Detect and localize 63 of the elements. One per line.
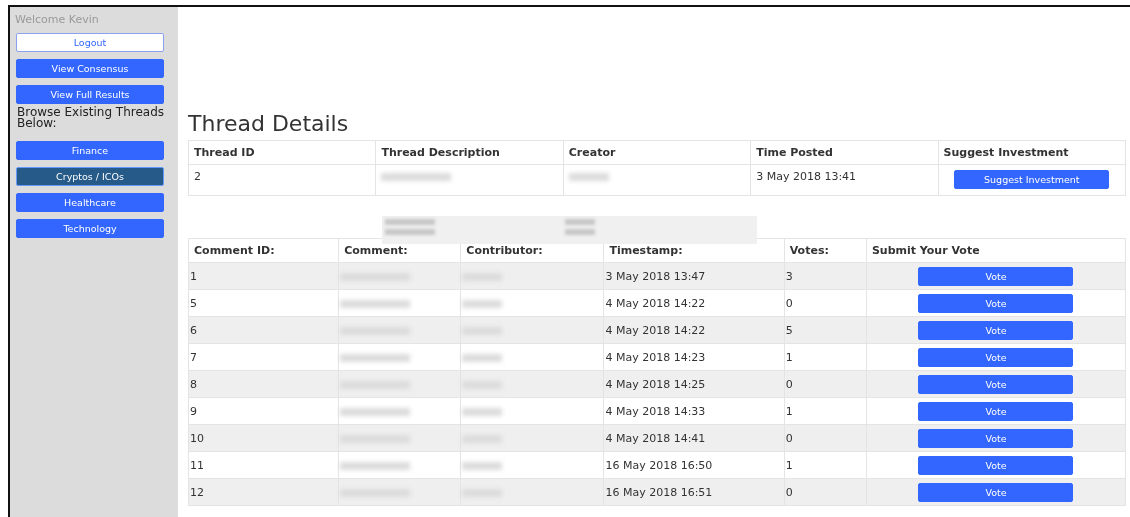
table-cell: 4 May 2018 14:22 — [603, 289, 785, 317]
category-button[interactable]: Cryptos / ICOs — [16, 167, 164, 186]
table-cell: 0 — [784, 289, 867, 317]
table-cell: 16 May 2018 16:51 — [603, 478, 785, 506]
table-cell: 9 — [188, 397, 339, 425]
table-cell: 1 — [188, 262, 339, 290]
table-cell: 16 May 2018 16:50 — [603, 451, 785, 479]
column-header: Suggest Investment — [938, 140, 1126, 165]
column-header: Comment ID: — [188, 238, 339, 263]
table-cell: 3 May 2018 13:41 — [750, 164, 939, 196]
table-cell: 4 May 2018 14:22 — [603, 316, 785, 344]
table-cell: 10 — [188, 424, 339, 452]
column-header: Submit Your Vote — [866, 238, 1126, 263]
table-cell: 0 — [784, 370, 867, 398]
nav-button[interactable]: View Full Results — [16, 85, 164, 104]
vote-button[interactable]: Vote — [918, 347, 1074, 367]
table-cell: 6 — [188, 316, 339, 344]
table-cell: 1 — [784, 451, 867, 479]
table-cell: 12 — [188, 478, 339, 506]
vote-button[interactable]: Vote — [918, 293, 1074, 313]
blurred-text — [340, 299, 411, 308]
table-cell: 4 May 2018 14:33 — [603, 397, 785, 425]
vote-button[interactable]: Vote — [918, 320, 1074, 340]
category-button[interactable]: Healthcare — [16, 193, 164, 212]
vote-button[interactable]: Vote — [918, 482, 1074, 502]
blurred-text — [340, 353, 411, 362]
table-cell: 4 May 2018 14:41 — [603, 424, 785, 452]
table-cell: 7 — [188, 343, 339, 371]
vote-button[interactable]: Vote — [918, 401, 1074, 421]
blurred-text — [568, 173, 609, 181]
blurred-text — [340, 461, 411, 470]
table-cell: 1 — [784, 343, 867, 371]
table-cell: 8 — [188, 370, 339, 398]
table-cell: 0 — [784, 424, 867, 452]
table-cell: 3 — [784, 262, 867, 290]
column-header: Creator — [563, 140, 751, 165]
suggest-investment-button[interactable]: Suggest Investment — [954, 170, 1110, 189]
table-cell: 1 — [784, 397, 867, 425]
vote-button[interactable]: Vote — [918, 374, 1074, 394]
column-header: Time Posted — [750, 140, 939, 165]
nav-button[interactable]: View Consensus — [16, 59, 164, 78]
table-cell: 4 May 2018 14:25 — [603, 370, 785, 398]
column-header: Thread ID — [188, 140, 376, 165]
table-cell: 5 — [784, 316, 867, 344]
column-header: Thread Description — [375, 140, 564, 165]
welcome-text: Welcome Kevin — [15, 13, 100, 26]
table-cell: 3 May 2018 13:47 — [603, 262, 785, 290]
blurred-text — [381, 173, 452, 181]
column-header: Votes: — [784, 238, 867, 263]
blurred-text — [340, 407, 411, 416]
vote-button[interactable]: Vote — [918, 266, 1074, 286]
page-heading: Thread Details — [188, 111, 350, 136]
category-button[interactable]: Technology — [16, 219, 164, 238]
logout-button[interactable]: Logout — [16, 33, 164, 52]
vote-button[interactable]: Vote — [918, 455, 1074, 475]
table-cell: 5 — [188, 289, 339, 317]
table-cell: 4 May 2018 14:23 — [603, 343, 785, 371]
table-cell: 2 — [188, 164, 376, 196]
table-cell: 0 — [784, 478, 867, 506]
table-cell: 11 — [188, 451, 339, 479]
category-button[interactable]: Finance — [16, 141, 164, 160]
vote-button[interactable]: Vote — [918, 428, 1074, 448]
browse-label: Browse Existing Threads Below: — [17, 107, 166, 129]
